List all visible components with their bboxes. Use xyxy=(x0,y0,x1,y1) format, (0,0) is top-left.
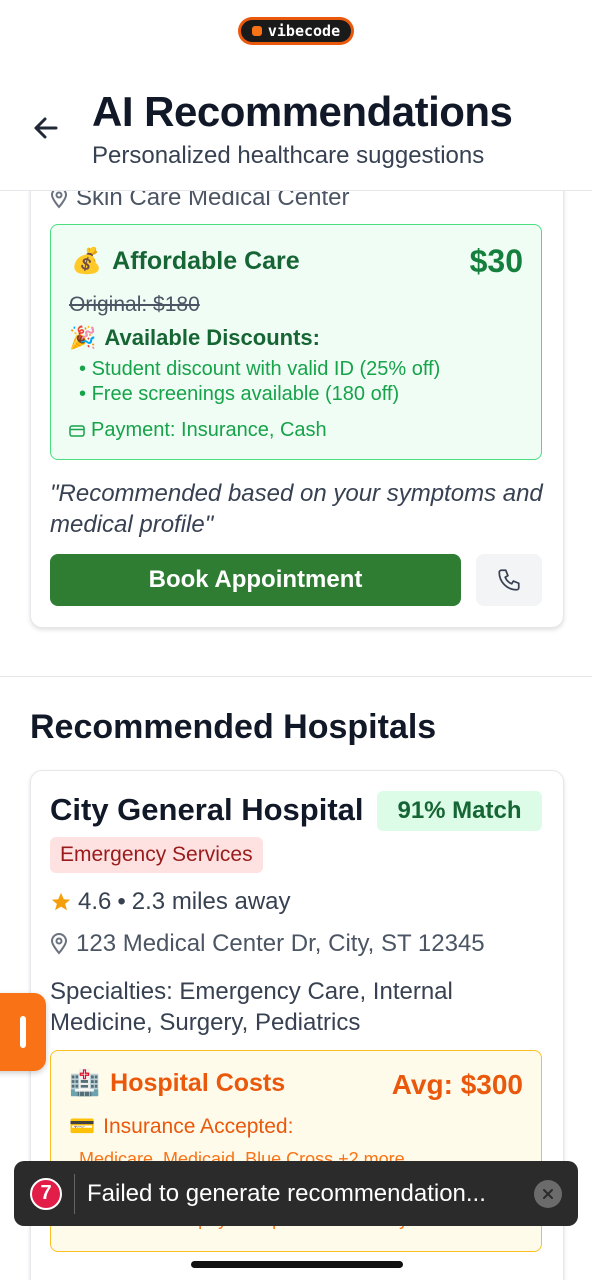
section-title: Recommended Hospitals xyxy=(30,708,437,746)
close-icon[interactable] xyxy=(534,1179,562,1208)
affordable-price: $30 xyxy=(469,243,523,279)
payment-text: Payment: Insurance, Cash xyxy=(91,419,327,441)
scroll-content[interactable]: Skin Care Medical Center 💰 Affordable Car… xyxy=(0,190,592,1280)
location-pin-icon xyxy=(50,190,68,209)
discounts-title: Available Discounts: xyxy=(104,325,320,350)
original-price: Original: $180 xyxy=(69,293,200,316)
rating-value: 4.6 xyxy=(78,888,112,915)
side-drawer-handle[interactable] xyxy=(0,993,46,1071)
affordable-title: Affordable Care xyxy=(112,247,300,275)
error-count-badge: 7 xyxy=(30,1177,62,1210)
party-popper-icon: 🎉 xyxy=(69,325,97,350)
distance: 2.3 miles away xyxy=(131,888,291,915)
clinic-location: Skin Care Medical Center xyxy=(50,190,349,212)
page-header: AI Recommendations Personalized healthca… xyxy=(0,70,592,191)
hospital-specialties: Specialties: Emergency Care, Internal Me… xyxy=(50,978,453,1036)
toast-divider xyxy=(74,1173,75,1214)
vibecode-logo-icon xyxy=(251,26,262,36)
match-badge: 91% Match xyxy=(377,791,542,831)
book-appointment-button[interactable]: Book Appointment xyxy=(50,554,461,606)
home-indicator[interactable] xyxy=(191,1261,403,1268)
dot-separator: • xyxy=(117,888,126,915)
toast-message: Failed to generate recommendation... xyxy=(87,1179,486,1207)
emergency-badge: Emergency Services xyxy=(50,837,263,873)
avg-cost: Avg: $300 xyxy=(391,1069,523,1100)
phone-icon xyxy=(498,569,520,591)
location-pin-icon xyxy=(50,933,68,955)
costs-title: Hospital Costs xyxy=(110,1069,286,1097)
page-subtitle: Personalized healthcare suggestions xyxy=(92,142,485,169)
credit-card-icon xyxy=(69,424,85,437)
insurance-title: Insurance Accepted: xyxy=(103,1115,294,1138)
discount-list: Student discount with valid ID (25% off)… xyxy=(79,357,441,407)
error-toast[interactable]: 7 Failed to generate recommendation... xyxy=(14,1161,578,1226)
star-icon xyxy=(51,892,71,911)
back-arrow-icon[interactable] xyxy=(30,112,62,144)
hospital-address: 123 Medical Center Dr, City, ST 12345 xyxy=(50,930,485,958)
page-title: AI Recommendations xyxy=(92,88,513,135)
hospital-rating: 4.6 • 2.3 miles away xyxy=(50,888,291,916)
recommendation-quote: "Recommended based on your symptoms and … xyxy=(50,480,543,538)
hospital-icon: 🏥 xyxy=(69,1069,101,1097)
vibecode-label: vibecode xyxy=(267,22,341,40)
handle-bar-icon xyxy=(20,1016,26,1048)
vibecode-badge[interactable]: vibecode xyxy=(238,17,354,45)
address-text: 123 Medical Center Dr, City, ST 12345 xyxy=(76,930,485,957)
discount-item: Student discount with valid ID (25% off) xyxy=(79,357,441,382)
discount-item: Free screenings available (180 off) xyxy=(79,382,440,407)
affordable-care-box: 💰 Affordable Care $30 Original: $180 🎉 Ava… xyxy=(50,224,542,460)
call-button[interactable] xyxy=(476,554,542,606)
hospital-name: City General Hospital xyxy=(50,792,364,827)
money-bag-icon: 💰 xyxy=(71,247,103,275)
clinic-location-text: Skin Care Medical Center xyxy=(76,190,350,211)
credit-card-icon: 💳 xyxy=(69,1115,96,1138)
section-divider xyxy=(0,676,592,677)
